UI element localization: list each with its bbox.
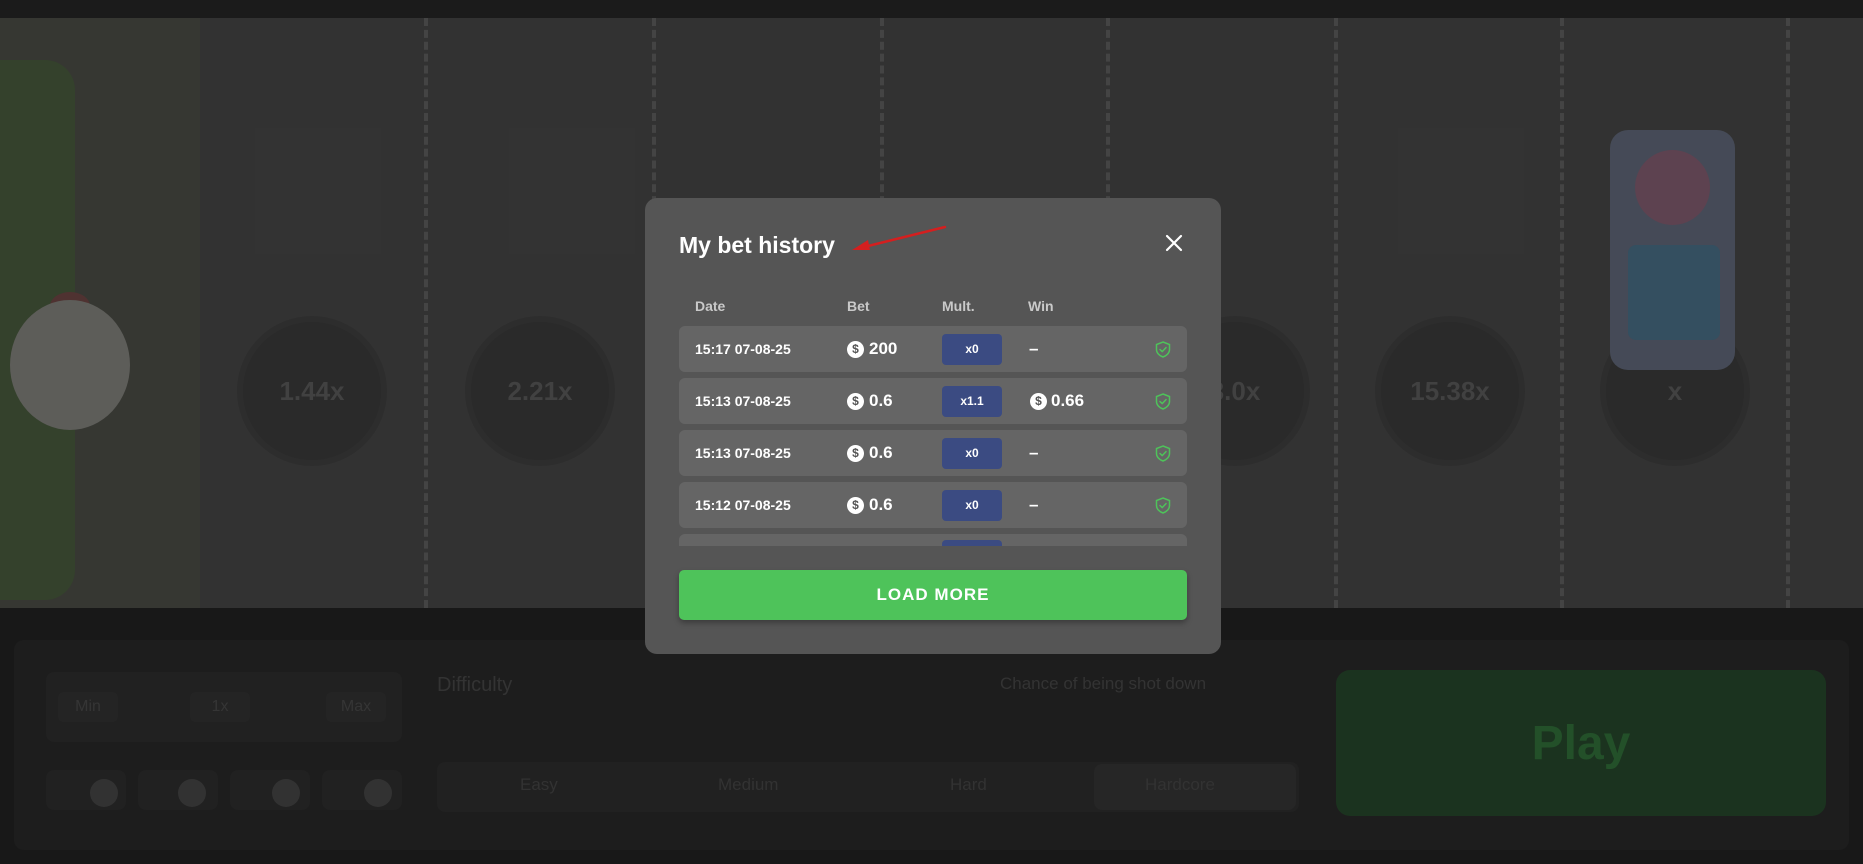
bet-date: 15:13 07-08-25 — [695, 393, 791, 409]
column-header-date: Date — [695, 298, 726, 314]
coin-icon: $ — [1030, 393, 1047, 410]
coin-icon: $ — [847, 393, 864, 410]
modal-title: My bet history — [679, 232, 835, 258]
bet-date: 15:17 07-08-25 — [695, 341, 791, 357]
bet-row[interactable]: 15:13 07-08-25 $ 0.6 x0 – — [679, 430, 1187, 476]
bet-date: 15:12 07-08-25 — [695, 497, 791, 513]
bet-amount: 0.6 — [869, 495, 893, 514]
annotation-arrow-icon — [852, 225, 947, 250]
bet-amount: 200 — [869, 339, 898, 358]
bet-row[interactable]: 15:12 07-08-25 $ 0.6 x0 – — [679, 482, 1187, 528]
bet-row[interactable]: 15:13 07-08-25 $ 0.6 x1.1 $ 0.66 — [679, 378, 1187, 424]
bet-history-list[interactable]: 15:17 07-08-25 $ 200 x0 – 15:13 07-08-25… — [679, 326, 1187, 546]
bet-amount: 0.6 — [869, 391, 893, 410]
column-header-mult: Mult. — [942, 298, 975, 314]
win-amount: – — [1029, 443, 1039, 462]
multiplier-badge: x1.1 — [942, 386, 1002, 417]
coin-icon: $ — [847, 341, 864, 358]
coin-icon: $ — [847, 445, 864, 462]
win-amount: 0.66 — [1051, 391, 1085, 410]
close-icon — [1165, 234, 1183, 252]
coin-icon: $ — [847, 497, 864, 514]
bet-date: 15:13 07-08-25 — [695, 445, 791, 461]
provably-fair-shield-icon[interactable] — [1155, 341, 1171, 358]
win-amount: – — [1029, 495, 1039, 514]
close-button[interactable] — [1160, 229, 1188, 257]
column-header-win: Win — [1028, 298, 1054, 314]
multiplier-badge: x0 — [942, 490, 1002, 521]
multiplier-badge: x0 — [942, 334, 1002, 365]
bet-row-partial[interactable] — [679, 534, 1187, 546]
column-header-bet: Bet — [847, 298, 870, 314]
multiplier-badge — [942, 540, 1002, 546]
provably-fair-shield-icon[interactable] — [1155, 497, 1171, 514]
provably-fair-shield-icon[interactable] — [1155, 445, 1171, 462]
multiplier-badge: x0 — [942, 438, 1002, 469]
bet-row[interactable]: 15:17 07-08-25 $ 200 x0 – — [679, 326, 1187, 372]
bet-amount: 0.6 — [869, 443, 893, 462]
win-amount: – — [1029, 339, 1039, 358]
provably-fair-shield-icon[interactable] — [1155, 393, 1171, 410]
bet-history-modal: My bet history Date Bet Mult. Win 15:17 … — [645, 198, 1221, 654]
load-more-button[interactable]: LOAD MORE — [679, 570, 1187, 620]
